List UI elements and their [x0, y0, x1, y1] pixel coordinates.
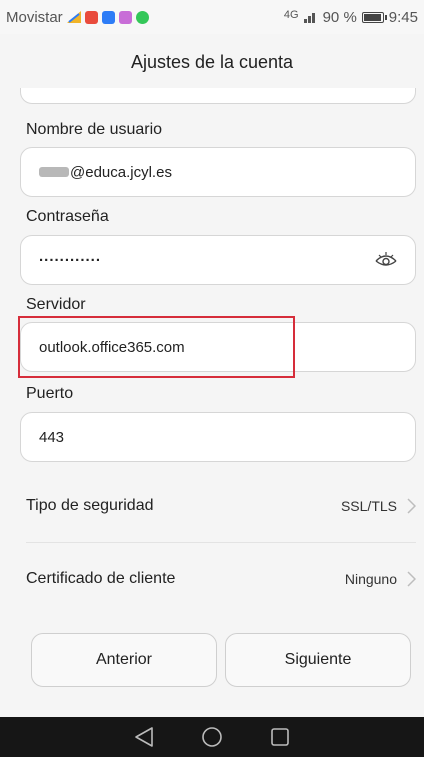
recents-icon[interactable] — [268, 725, 292, 749]
previous-field[interactable] — [20, 88, 416, 104]
security-type-value: SSL/TLS — [340, 498, 397, 514]
chevron-right-icon — [407, 571, 416, 587]
divider — [26, 542, 416, 543]
notification-icon — [101, 10, 115, 24]
home-icon[interactable] — [200, 725, 224, 749]
port-value: 443 — [39, 428, 65, 446]
battery-percent: 90 % — [322, 8, 357, 26]
redacted-text — [39, 167, 69, 177]
username-value: @educa.jcyl.es — [70, 163, 172, 181]
password-label: Contraseña — [26, 208, 109, 225]
next-button[interactable]: Siguiente — [225, 633, 411, 687]
server-label: Servidor — [26, 296, 86, 313]
password-field[interactable]: ............ — [20, 235, 416, 285]
carrier-name: Movistar — [6, 8, 63, 26]
previous-button[interactable]: Anterior — [31, 633, 217, 687]
security-type-row[interactable]: Tipo de seguridad SSL/TLS — [26, 476, 416, 536]
username-field[interactable]: @educa.jcyl.es — [20, 147, 416, 197]
client-certificate-value: Ninguno — [344, 571, 397, 587]
battery-icon — [361, 11, 387, 23]
whatsapp-icon — [135, 10, 149, 24]
page-title-text: Ajustes de la cuenta — [130, 51, 294, 72]
signal-icon — [303, 13, 315, 23]
username-label: Nombre de usuario — [26, 121, 163, 138]
navigation-bar — [0, 717, 424, 757]
clock: 9:45 — [388, 8, 418, 26]
notification-icon — [84, 10, 98, 24]
page-title: Ajustes de la cuenta — [0, 34, 424, 90]
security-type-label: Tipo de seguridad — [26, 497, 154, 514]
client-certificate-label: Certificado de cliente — [26, 570, 176, 587]
notification-icon — [66, 11, 81, 23]
notification-icon — [118, 10, 132, 24]
eye-icon[interactable] — [375, 252, 397, 268]
chevron-right-icon — [407, 498, 416, 514]
status-bar: Movistar 4G 90 % 9:45 — [0, 0, 424, 34]
client-certificate-row[interactable]: Certificado de cliente Ninguno — [26, 549, 416, 609]
port-label: Puerto — [26, 385, 74, 402]
password-value: ............ — [39, 247, 102, 265]
network-type: 4G — [283, 9, 299, 21]
server-value: outlook.office365.com — [39, 338, 185, 356]
port-field[interactable]: 443 — [20, 412, 416, 462]
server-field[interactable]: outlook.office365.com — [20, 322, 416, 372]
back-icon[interactable] — [132, 725, 156, 749]
